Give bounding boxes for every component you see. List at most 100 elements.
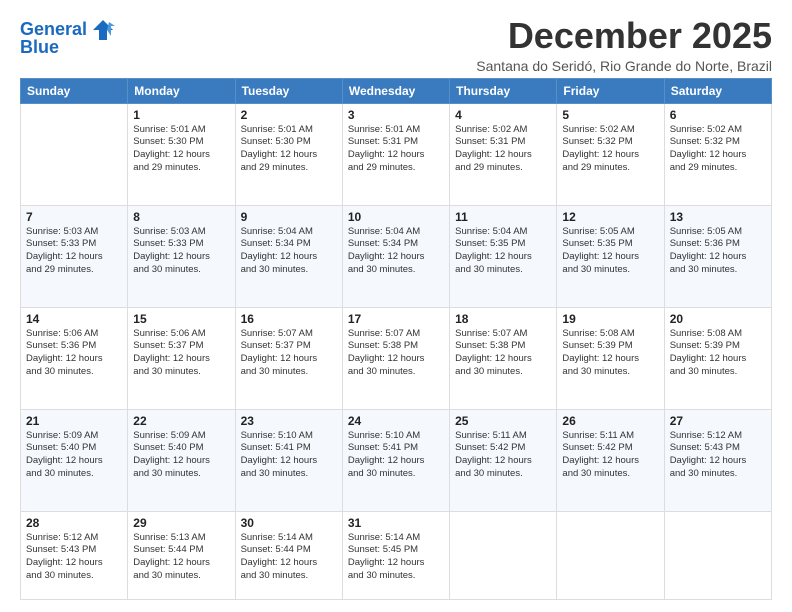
day-number: 20 — [670, 312, 766, 326]
day-number: 11 — [455, 210, 551, 224]
calendar-cell: 28Sunrise: 5:12 AM Sunset: 5:43 PM Dayli… — [21, 511, 128, 599]
logo: General Blue — [20, 16, 117, 58]
day-info: Sunrise: 5:06 AM Sunset: 5:36 PM Dayligh… — [26, 328, 122, 379]
day-number: 14 — [26, 312, 122, 326]
day-number: 23 — [241, 414, 337, 428]
day-number: 2 — [241, 108, 337, 122]
day-number: 6 — [670, 108, 766, 122]
day-info: Sunrise: 5:03 AM Sunset: 5:33 PM Dayligh… — [26, 226, 122, 277]
day-number: 12 — [562, 210, 658, 224]
day-info: Sunrise: 5:03 AM Sunset: 5:33 PM Dayligh… — [133, 226, 229, 277]
calendar-cell: 2 Sunrise: 5:01 AM Sunset: 5:30 PM Daylig… — [235, 103, 342, 205]
col-header-saturday: Saturday — [664, 78, 771, 103]
page: General Blue December 2025 Santana do Se… — [0, 0, 792, 612]
day-number: 9 — [241, 210, 337, 224]
title-block: December 2025 Santana do Seridó, Rio Gra… — [476, 16, 772, 74]
calendar-cell: 13 Sunrise: 5:05 AM Sunset: 5:36 PM Dayli… — [664, 205, 771, 307]
day-info: Sunrise: 5:01 AM Sunset: 5:30 PM Dayligh… — [133, 124, 229, 175]
day-number: 8 — [133, 210, 229, 224]
day-number: 10 — [348, 210, 444, 224]
day-info: Sunrise: 5:07 AM Sunset: 5:37 PM Dayligh… — [241, 328, 337, 379]
week-row: 1 Sunrise: 5:01 AM Sunset: 5:30 PM Daylig… — [21, 103, 772, 205]
calendar-cell: 12Sunrise: 5:05 AM Sunset: 5:35 PM Dayli… — [557, 205, 664, 307]
week-row: 21 Sunrise: 5:09 AM Sunset: 5:40 PM Dayli… — [21, 409, 772, 511]
day-number: 27 — [670, 414, 766, 428]
day-info: Sunrise: 5:08 AM Sunset: 5:39 PM Dayligh… — [562, 328, 658, 379]
day-number: 1 — [133, 108, 229, 122]
day-info: Sunrise: 5:12 AM Sunset: 5:43 PM Dayligh… — [670, 430, 766, 481]
day-number: 31 — [348, 516, 444, 530]
calendar-cell: 15Sunrise: 5:06 AM Sunset: 5:37 PM Dayli… — [128, 307, 235, 409]
calendar-header: SundayMondayTuesdayWednesdayThursdayFrid… — [21, 78, 772, 103]
day-info: Sunrise: 5:05 AM Sunset: 5:36 PM Dayligh… — [670, 226, 766, 277]
day-info: Sunrise: 5:04 AM Sunset: 5:35 PM Dayligh… — [455, 226, 551, 277]
day-info: Sunrise: 5:01 AM Sunset: 5:31 PM Dayligh… — [348, 124, 444, 175]
week-row: 28Sunrise: 5:12 AM Sunset: 5:43 PM Dayli… — [21, 511, 772, 599]
col-header-monday: Monday — [128, 78, 235, 103]
calendar-cell — [450, 511, 557, 599]
calendar-cell: 5 Sunrise: 5:02 AM Sunset: 5:32 PM Daylig… — [557, 103, 664, 205]
calendar-cell: 30Sunrise: 5:14 AM Sunset: 5:44 PM Dayli… — [235, 511, 342, 599]
col-header-wednesday: Wednesday — [342, 78, 449, 103]
day-info: Sunrise: 5:02 AM Sunset: 5:31 PM Dayligh… — [455, 124, 551, 175]
calendar-cell: 27 Sunrise: 5:12 AM Sunset: 5:43 PM Dayli… — [664, 409, 771, 511]
col-header-thursday: Thursday — [450, 78, 557, 103]
day-info: Sunrise: 5:11 AM Sunset: 5:42 PM Dayligh… — [455, 430, 551, 481]
calendar-cell: 11 Sunrise: 5:04 AM Sunset: 5:35 PM Dayli… — [450, 205, 557, 307]
calendar-cell: 25 Sunrise: 5:11 AM Sunset: 5:42 PM Dayli… — [450, 409, 557, 511]
day-info: Sunrise: 5:10 AM Sunset: 5:41 PM Dayligh… — [241, 430, 337, 481]
day-number: 28 — [26, 516, 122, 530]
day-number: 7 — [26, 210, 122, 224]
day-info: Sunrise: 5:07 AM Sunset: 5:38 PM Dayligh… — [348, 328, 444, 379]
calendar-cell: 21Sunrise: 5:09 AM Sunset: 5:40 PM Dayli… — [21, 409, 128, 511]
header-row: SundayMondayTuesdayWednesdayThursdayFrid… — [21, 78, 772, 103]
calendar-cell: 20 Sunrise: 5:08 AM Sunset: 5:39 PM Dayli… — [664, 307, 771, 409]
day-info: Sunrise: 5:14 AM Sunset: 5:44 PM Dayligh… — [241, 532, 337, 583]
calendar-cell: 31Sunrise: 5:14 AM Sunset: 5:45 PM Dayli… — [342, 511, 449, 599]
day-info: Sunrise: 5:08 AM Sunset: 5:39 PM Dayligh… — [670, 328, 766, 379]
day-info: Sunrise: 5:02 AM Sunset: 5:32 PM Dayligh… — [562, 124, 658, 175]
day-number: 24 — [348, 414, 444, 428]
calendar-cell: 4 Sunrise: 5:02 AM Sunset: 5:31 PM Daylig… — [450, 103, 557, 205]
calendar-cell: 6 Sunrise: 5:02 AM Sunset: 5:32 PM Daylig… — [664, 103, 771, 205]
calendar-cell: 29Sunrise: 5:13 AM Sunset: 5:44 PM Dayli… — [128, 511, 235, 599]
day-number: 25 — [455, 414, 551, 428]
day-number: 4 — [455, 108, 551, 122]
calendar-cell: 19 Sunrise: 5:08 AM Sunset: 5:39 PM Dayli… — [557, 307, 664, 409]
day-info: Sunrise: 5:11 AM Sunset: 5:42 PM Dayligh… — [562, 430, 658, 481]
month-title: December 2025 — [476, 16, 772, 56]
day-number: 3 — [348, 108, 444, 122]
day-info: Sunrise: 5:04 AM Sunset: 5:34 PM Dayligh… — [241, 226, 337, 277]
calendar-cell: 8 Sunrise: 5:03 AM Sunset: 5:33 PM Daylig… — [128, 205, 235, 307]
calendar-cell: 10 Sunrise: 5:04 AM Sunset: 5:34 PM Dayli… — [342, 205, 449, 307]
calendar-body: 1 Sunrise: 5:01 AM Sunset: 5:30 PM Daylig… — [21, 103, 772, 599]
calendar-cell: 18 Sunrise: 5:07 AM Sunset: 5:38 PM Dayli… — [450, 307, 557, 409]
day-info: Sunrise: 5:10 AM Sunset: 5:41 PM Dayligh… — [348, 430, 444, 481]
logo-text-blue: Blue — [20, 38, 59, 58]
day-info: Sunrise: 5:02 AM Sunset: 5:32 PM Dayligh… — [670, 124, 766, 175]
calendar-cell: 24 Sunrise: 5:10 AM Sunset: 5:41 PM Dayli… — [342, 409, 449, 511]
day-number: 18 — [455, 312, 551, 326]
logo-icon — [89, 16, 117, 44]
day-number: 13 — [670, 210, 766, 224]
day-number: 19 — [562, 312, 658, 326]
day-info: Sunrise: 5:04 AM Sunset: 5:34 PM Dayligh… — [348, 226, 444, 277]
day-number: 26 — [562, 414, 658, 428]
calendar-cell: 7 Sunrise: 5:03 AM Sunset: 5:33 PM Daylig… — [21, 205, 128, 307]
day-info: Sunrise: 5:01 AM Sunset: 5:30 PM Dayligh… — [241, 124, 337, 175]
calendar-cell: 23 Sunrise: 5:10 AM Sunset: 5:41 PM Dayli… — [235, 409, 342, 511]
day-number: 21 — [26, 414, 122, 428]
header: General Blue December 2025 Santana do Se… — [20, 16, 772, 74]
day-info: Sunrise: 5:09 AM Sunset: 5:40 PM Dayligh… — [133, 430, 229, 481]
calendar-cell — [557, 511, 664, 599]
calendar-cell: 1 Sunrise: 5:01 AM Sunset: 5:30 PM Daylig… — [128, 103, 235, 205]
day-number: 5 — [562, 108, 658, 122]
calendar-cell — [21, 103, 128, 205]
day-info: Sunrise: 5:07 AM Sunset: 5:38 PM Dayligh… — [455, 328, 551, 379]
col-header-sunday: Sunday — [21, 78, 128, 103]
col-header-friday: Friday — [557, 78, 664, 103]
calendar-cell: 3 Sunrise: 5:01 AM Sunset: 5:31 PM Daylig… — [342, 103, 449, 205]
calendar-cell: 14 Sunrise: 5:06 AM Sunset: 5:36 PM Dayli… — [21, 307, 128, 409]
calendar-cell: 9 Sunrise: 5:04 AM Sunset: 5:34 PM Daylig… — [235, 205, 342, 307]
calendar-cell — [664, 511, 771, 599]
